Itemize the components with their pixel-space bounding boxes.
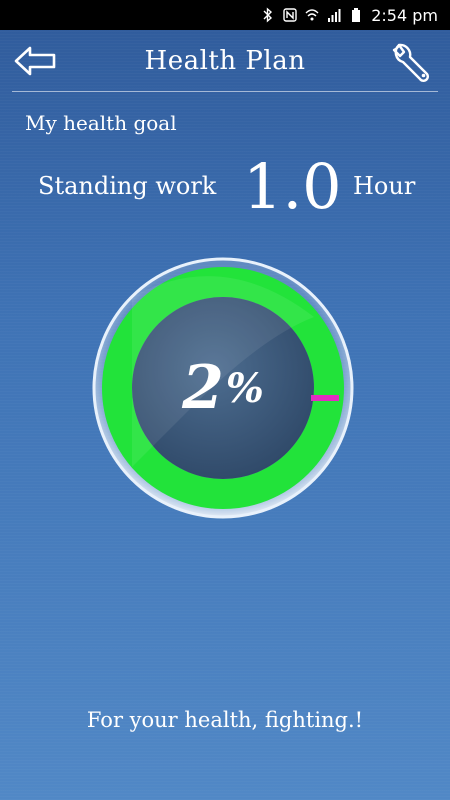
nfc-icon <box>283 8 297 22</box>
signal-icon <box>328 9 341 22</box>
motto-text: For your health, fighting.! <box>86 708 364 732</box>
progress-sign: % <box>225 364 264 412</box>
app-header: Health Plan <box>0 30 450 92</box>
progress-percent: 2% <box>92 257 354 519</box>
wifi-icon <box>305 9 319 21</box>
goal-unit: Hour <box>353 172 416 200</box>
header-divider <box>12 91 438 92</box>
progress-dial: 2% <box>92 257 354 519</box>
goal-activity: Standing work <box>38 172 217 200</box>
page-title: Health Plan <box>144 46 306 76</box>
battery-icon <box>352 8 361 22</box>
status-time: 2:54 pm <box>371 5 438 25</box>
goal-label: My health goal <box>25 111 177 135</box>
goal-value: 1.0 <box>243 150 342 223</box>
wrench-icon[interactable] <box>390 40 438 84</box>
status-bar: 2:54 pm <box>0 0 450 30</box>
bluetooth-icon <box>263 7 273 23</box>
progress-number: 2 <box>182 353 224 423</box>
